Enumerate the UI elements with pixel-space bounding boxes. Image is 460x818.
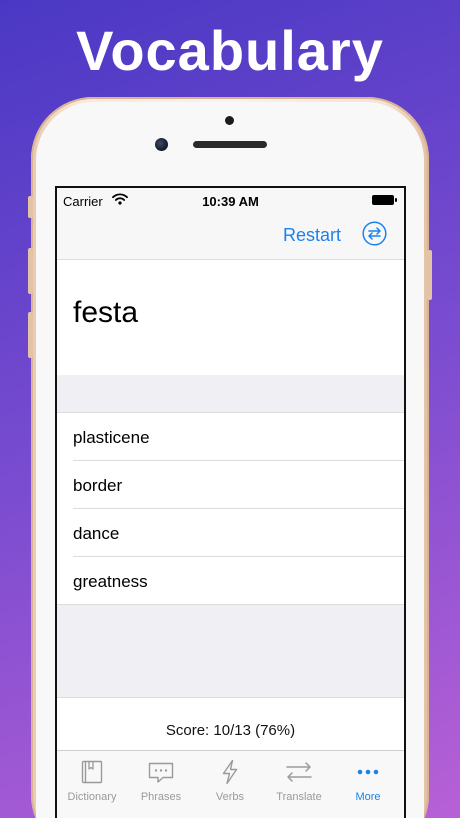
score-text: Score: 10/13 (76%) [165,722,296,739]
tab-phrases[interactable]: Phrases [126,751,196,807]
tab-label: Verbs [215,791,245,803]
navigation-bar: Restart [57,212,404,260]
tab-more[interactable]: More [333,751,403,807]
tab-label: Phrases [140,791,182,803]
score-footer: Score: 10/13 (76%) [57,698,404,750]
answer-option[interactable]: border [57,461,404,509]
empty-area [57,605,404,698]
front-camera [155,138,168,151]
phone-power-button [427,250,432,300]
status-bar: Carrier 10:39 AM [57,188,404,212]
status-time: 10:39 AM [202,194,259,209]
tab-label: More [355,791,381,803]
battery-icon [372,195,397,205]
answer-option[interactable]: plasticene [57,413,404,461]
phone-volume-down-button [28,312,33,358]
answer-label: dance [73,524,120,543]
question-card: festa [57,260,404,375]
tab-label: Translate [276,791,322,803]
phone-side-button [28,196,33,218]
answer-option[interactable]: greatness [57,557,404,605]
front-sensor [225,116,234,125]
tab-bar: Dictionary Phrases Verbs Translate More [57,750,404,818]
tab-translate[interactable]: Translate [264,751,334,807]
answer-label: border [73,476,123,495]
swap-arrows-icon[interactable] [362,221,387,246]
earpiece-speaker [193,141,267,148]
phone-volume-up-button [28,248,33,294]
swap-arrows-icon [285,758,313,786]
answer-list: plasticene border dance greatness [57,413,404,605]
restart-button[interactable]: Restart [283,225,341,246]
tab-verbs[interactable]: Verbs [195,751,265,807]
tab-label: Dictionary [67,791,117,803]
question-word: festa [73,296,139,329]
phone-screen: Carrier 10:39 AM Restart festa plasticen… [55,186,406,818]
section-spacer [57,375,404,413]
tab-dictionary[interactable]: Dictionary [57,751,127,807]
book-icon [78,758,106,786]
promo-title: Vocabulary [76,19,384,82]
speech-bubble-icon [147,758,175,786]
ellipsis-icon [354,758,382,786]
answer-label: greatness [73,572,148,591]
answer-option[interactable]: dance [57,509,404,557]
answer-label: plasticene [73,428,150,447]
lightning-icon [216,758,244,786]
